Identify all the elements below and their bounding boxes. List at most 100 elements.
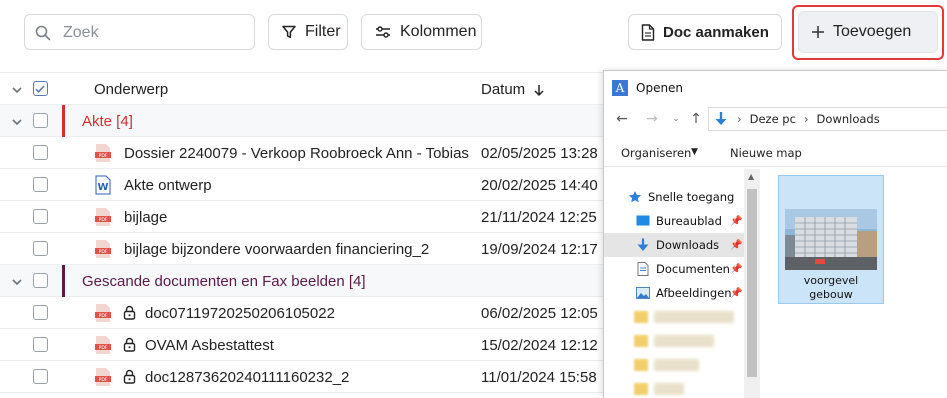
word-icon: W [95,175,111,195]
document-name[interactable]: Dossier 2240079 - Verkoop Roobroeck Ann … [124,145,469,162]
pin-icon: 📌 [730,216,743,227]
search-input[interactable] [63,22,248,44]
document-date: 11/01/2024 15:58 [481,369,597,386]
select-all-checkbox[interactable] [33,81,48,96]
row-checkbox[interactable] [33,369,48,384]
svg-text:W: W [97,182,108,193]
nav-pictures[interactable]: Afbeeldingen [604,281,744,305]
columns-icon [376,26,390,38]
group-color-bar [62,265,65,297]
blurred-nav-item[interactable] [654,335,714,347]
svg-text:PDF: PDF [99,377,108,383]
filter-button[interactable]: Filter [268,14,348,50]
plus-icon [812,26,824,38]
recent-locations-chevron-icon[interactable]: ⌄ [668,111,684,127]
folder-icon [634,359,648,371]
file-pane: voorgevel gebouw [761,169,947,398]
file-tile[interactable]: voorgevel gebouw [778,175,884,304]
row-checkbox[interactable] [33,337,48,352]
row-checkbox[interactable] [33,145,48,160]
document-name[interactable]: bijlage bijzondere voorwaarden financier… [124,241,429,258]
search-box[interactable] [24,14,255,50]
document-icon [641,23,655,41]
document-name[interactable]: OVAM Asbestattest [145,337,274,354]
svg-text:PDF: PDF [99,217,108,223]
document-date: 15/02/2024 12:12 [481,337,598,354]
group-checkbox[interactable] [33,113,48,128]
pictures-icon [636,287,650,299]
search-icon [35,25,51,41]
blurred-nav-item[interactable] [654,383,684,395]
breadcrumb-separator: › [803,112,809,126]
breadcrumb-downloads[interactable]: Downloads [817,112,880,126]
document-date: 20/02/2025 14:40 [481,177,598,194]
scroll-up-arrow-icon[interactable]: ▲ [748,172,754,181]
lock-icon [123,305,136,320]
document-date: 02/05/2025 13:28 [481,145,598,162]
folder-icon [634,311,648,323]
pin-icon: 📌 [730,240,743,251]
pdf-icon: PDF [95,336,111,354]
column-header-date-label: Datum [481,81,526,98]
add-button[interactable]: Toevoegen [798,11,938,53]
back-arrow-icon[interactable]: ← [614,111,630,127]
blurred-nav-item[interactable] [654,311,734,323]
document-name[interactable]: doc07119720250206105022 [145,305,335,322]
documents-icon [637,262,649,276]
row-checkbox[interactable] [33,305,48,320]
row-checkbox[interactable] [33,177,48,192]
filter-label: Filter [305,23,341,40]
document-date: 19/09/2024 12:17 [481,241,598,258]
folder-icon [634,335,648,347]
nav-documents[interactable]: Documenten [604,257,744,281]
document-name[interactable]: bijlage [124,209,167,226]
collapse-all-chevron-icon[interactable] [10,83,24,97]
pdf-icon: PDF [95,208,111,226]
forward-arrow-icon[interactable]: → [644,111,660,127]
nav-scrollbar-thumb[interactable] [747,189,757,377]
nav-label: Downloads [656,238,720,252]
address-bar[interactable]: › Deze pc › Downloads [708,107,947,131]
columns-button[interactable]: Kolommen [361,14,482,50]
row-checkbox[interactable] [33,209,48,224]
document-name[interactable]: Akte ontwerp [124,177,212,194]
blurred-nav-item[interactable] [654,359,699,371]
toolbar: Filter Kolommen Doc aanmaken Toevoegen [0,0,947,72]
sort-down-arrow-icon [534,84,544,96]
new-folder-button[interactable]: Nieuwe map [730,146,802,160]
breadcrumb-this-pc[interactable]: Deze pc [750,112,796,126]
svg-text:PDF: PDF [99,153,108,159]
nav-downloads[interactable]: Downloads [604,233,744,257]
create-doc-button[interactable]: Doc aanmaken [628,14,782,50]
caret-down-icon: ▼ [691,147,698,157]
group-checkbox[interactable] [33,273,48,288]
dialog-title: Openen [636,81,684,95]
pdf-icon: PDF [95,368,111,386]
chevron-down-icon[interactable] [10,275,24,289]
breadcrumb-separator: › [737,112,742,126]
organize-button[interactable]: Organiseren [621,146,691,160]
up-arrow-icon[interactable]: ↑ [688,111,704,127]
column-header-date[interactable]: Datum [481,81,545,98]
nav-label: Bureaublad [656,214,722,228]
nav-quick-access[interactable]: Snelle toegang [604,185,744,209]
star-icon [629,191,641,203]
nav-label: Afbeeldingen [656,286,732,300]
document-name[interactable]: doc12873620240111160232_2 [145,369,349,386]
folder-icon [634,383,648,395]
nav-label: Documenten [656,262,730,276]
downloads-arrow-icon [637,238,649,251]
nav-desktop[interactable]: Bureaublad [604,209,744,233]
add-label: Toevoegen [833,23,912,40]
pin-icon: 📌 [730,264,743,275]
filter-icon [282,25,296,39]
chevron-down-icon[interactable] [10,115,24,129]
column-header-subject[interactable]: Onderwerp [94,81,168,98]
open-file-dialog: A Openen ← → ⌄ ↑ › Deze pc › Downloads O… [603,70,947,398]
row-checkbox[interactable] [33,241,48,256]
dialog-command-bar: Organiseren ▼ Nieuwe map [604,139,947,167]
app-icon: A [612,80,628,96]
desktop-icon [636,215,650,226]
svg-text:PDF: PDF [99,249,108,255]
nav-label: Snelle toegang [648,190,735,204]
